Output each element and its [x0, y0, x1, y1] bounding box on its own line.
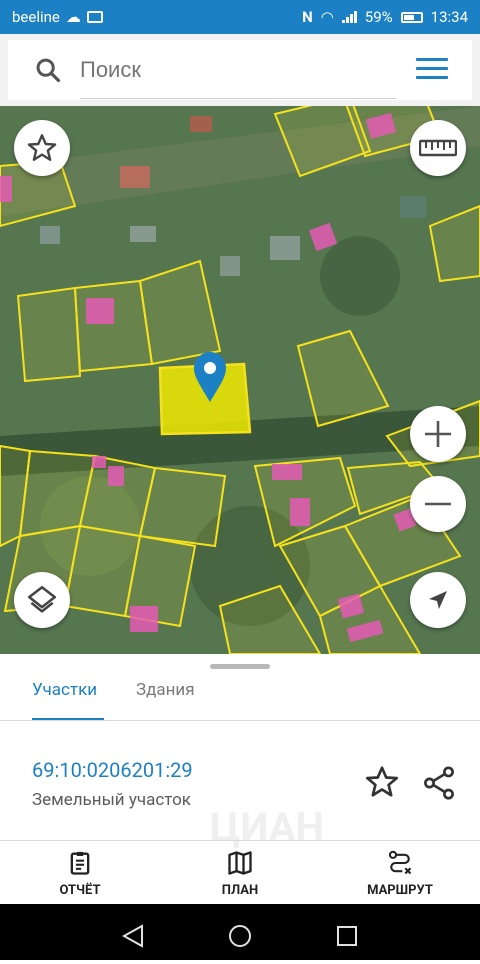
- report-button[interactable]: ОТЧЁТ: [20, 841, 140, 904]
- status-bar: beeline ☁ N ◠ 59% 13:34: [0, 0, 480, 34]
- share-button[interactable]: [420, 764, 458, 802]
- zoom-out-button[interactable]: [410, 476, 466, 532]
- ruler-icon: [419, 139, 457, 157]
- navigation-arrow-icon: [429, 591, 447, 609]
- drag-handle[interactable]: [210, 664, 270, 669]
- minus-icon: [425, 502, 451, 506]
- route-icon: [388, 850, 412, 875]
- favorites-button[interactable]: [14, 120, 70, 176]
- plus-icon: [425, 421, 451, 447]
- divider: [0, 720, 480, 721]
- battery-icon: [400, 11, 423, 23]
- search-bar-container: [0, 34, 480, 106]
- bottom-sheet: Участки Здания ЦИАН 69:10:0206201:29 Зем…: [0, 654, 480, 904]
- search-icon[interactable]: [34, 56, 62, 84]
- parcel-type: Земельный участок: [32, 790, 191, 810]
- my-location-button[interactable]: [410, 572, 466, 628]
- layers-icon: [27, 585, 57, 613]
- home-icon[interactable]: [229, 925, 251, 947]
- clipboard-icon: [70, 851, 90, 875]
- add-favorite-button[interactable]: [364, 764, 400, 800]
- menu-icon[interactable]: [416, 58, 448, 80]
- zoom-in-button[interactable]: [410, 406, 466, 462]
- tab-buildings[interactable]: Здания: [136, 680, 195, 700]
- notification-icon: [86, 11, 103, 23]
- clock: 13:34: [430, 8, 468, 26]
- route-button[interactable]: МАРШРУТ: [340, 841, 460, 904]
- route-label: МАРШРУТ: [367, 883, 433, 898]
- map-icon: [228, 851, 252, 875]
- tab-bar: Участки Здания: [0, 676, 480, 721]
- search-input[interactable]: [80, 57, 390, 83]
- nfc-icon: N: [302, 8, 313, 26]
- map-view[interactable]: [0, 106, 480, 654]
- recents-icon[interactable]: [337, 926, 357, 946]
- back-icon[interactable]: [121, 924, 143, 948]
- map-imagery: [0, 106, 480, 654]
- system-nav-bar: [0, 904, 480, 960]
- plan-button[interactable]: ПЛАН: [180, 841, 300, 904]
- carrier-name: beeline: [12, 8, 60, 26]
- cloud-icon: ☁: [65, 8, 81, 26]
- ruler-button[interactable]: [410, 120, 466, 176]
- star-outline-icon: [27, 134, 57, 161]
- wifi-icon: ◠: [320, 8, 334, 26]
- battery-percent: 59%: [364, 8, 393, 26]
- search-underline: [80, 98, 396, 99]
- parcel-cadastral-number[interactable]: 69:10:0206201:29: [32, 758, 193, 782]
- search-bar: [8, 40, 472, 100]
- layers-button[interactable]: [14, 572, 70, 628]
- signal-icon: [341, 11, 357, 23]
- tab-parcels[interactable]: Участки: [32, 680, 97, 700]
- plan-label: ПЛАН: [221, 883, 259, 898]
- report-label: ОТЧЁТ: [59, 883, 101, 898]
- action-bar: ОТЧЁТ ПЛАН МАРШРУТ: [0, 841, 480, 904]
